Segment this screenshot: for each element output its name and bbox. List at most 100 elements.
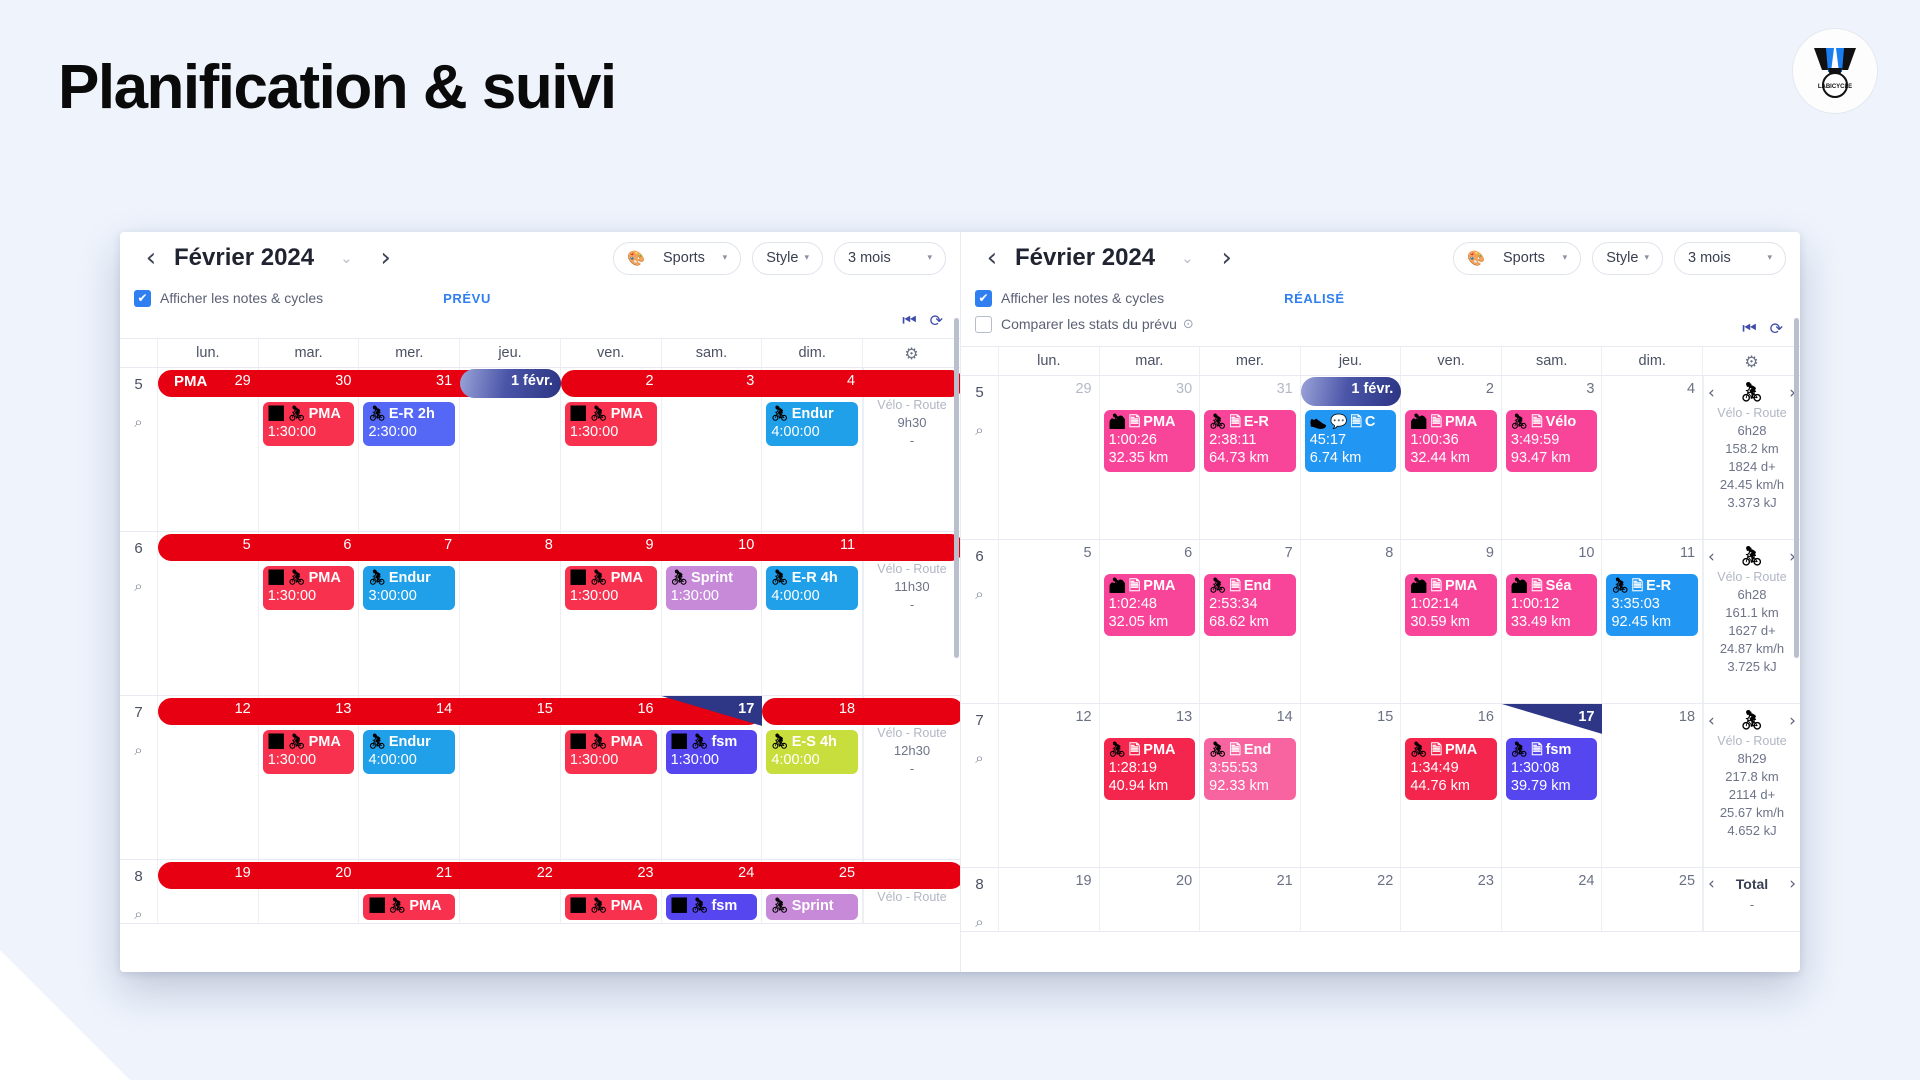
event-card[interactable]: 📈 🚴 PMA <box>363 894 456 920</box>
day-cell[interactable]: 10 🚵 🗎 Séa 1:00:12 33.49 km <box>1502 540 1603 703</box>
event-card[interactable]: 🚴 Sprint <box>766 894 859 920</box>
day-number: 11 <box>1679 545 1696 561</box>
event-card[interactable]: 🚴 Sprint 1:30:00 <box>665 566 758 610</box>
day-cell[interactable]: 9 🚵 🗎 PMA 1:02:14 30.59 km <box>1401 540 1502 703</box>
day-cell[interactable]: 2 🚵 🗎 PMA 1:00:36 32.44 km <box>1401 376 1502 539</box>
prev-month-button[interactable]: ‹ <box>134 245 168 271</box>
event-card[interactable]: 🚴 🗎 End 2:53:34 68.62 km <box>1204 574 1296 636</box>
month-dropdown-icon[interactable]: ⌄ <box>340 249 353 267</box>
day-cell[interactable]: 3 🚴 🗎 Vélo 3:49:59 93.47 km <box>1502 376 1603 539</box>
mini-icon-1[interactable]: ⟳ <box>1770 319 1783 338</box>
day-cell[interactable]: 21 <box>1200 868 1301 931</box>
event-card[interactable]: 📈 🚴 fsm 1:30:00 <box>665 730 758 774</box>
day-cell[interactable]: 4 <box>1602 376 1704 539</box>
gear-icon[interactable]: ⚙ <box>1744 352 1758 371</box>
day-cell[interactable]: 23 <box>1401 868 1502 931</box>
next-month-button[interactable]: › <box>369 245 403 271</box>
event-card[interactable]: 🚵 🗎 Séa 1:00:12 33.49 km <box>1505 574 1598 636</box>
day-cell[interactable]: 8 <box>1301 540 1402 703</box>
event-card[interactable]: 📈 🚴 PMA 1:30:00 <box>564 566 657 610</box>
prev-month-button[interactable]: ‹ <box>975 245 1009 271</box>
filter-style-button[interactable]: Style ▾ <box>752 241 823 275</box>
event-card[interactable]: 🚴 🗎 E-R 2:38:11 64.73 km <box>1204 410 1296 472</box>
summary-prev-button[interactable]: ‹ <box>1708 547 1715 567</box>
filter-range-button[interactable]: 3 mois ▾ <box>834 241 946 275</box>
search-icon[interactable]: ⌕ <box>134 577 142 595</box>
month-dropdown-icon[interactable]: ⌄ <box>1181 249 1194 267</box>
event-card[interactable]: 📈 🚴 PMA 1:30:00 <box>262 730 355 774</box>
checkbox-0[interactable] <box>134 289 151 307</box>
scrollbar-thumb[interactable] <box>1794 318 1799 658</box>
search-icon[interactable]: ⌕ <box>134 905 142 923</box>
day-cell[interactable]: 7 🚴 🗎 End 2:53:34 68.62 km <box>1200 540 1301 703</box>
event-card[interactable]: 📈 🚴 fsm <box>665 894 758 920</box>
summary-prev-button[interactable]: ‹ <box>1708 874 1715 894</box>
checkbox-1[interactable] <box>975 315 992 333</box>
event-card[interactable]: 🚴 Endur 4:00:00 <box>766 402 859 446</box>
search-icon[interactable]: ⌕ <box>975 749 983 767</box>
search-icon[interactable]: ⌕ <box>975 585 983 603</box>
scrollbar-thumb[interactable] <box>954 318 959 658</box>
day-cell[interactable]: 20 <box>1100 868 1201 931</box>
settings-column-header[interactable]: ⚙ <box>1703 347 1800 375</box>
day-cell[interactable]: 6 🚵 🗎 PMA 1:02:48 32.05 km <box>1100 540 1201 703</box>
filter-sports-button[interactable]: 🎨 Sports ▾ <box>1453 241 1582 275</box>
summary-prev-button[interactable]: ‹ <box>1708 711 1715 731</box>
day-cell[interactable]: 13 🚴 🗎 PMA 1:28:19 40.94 km <box>1100 704 1201 867</box>
next-month-button[interactable]: › <box>1210 245 1244 271</box>
mini-icon-0[interactable]: ⏮ <box>902 310 916 330</box>
day-cell[interactable]: 5 <box>999 540 1100 703</box>
mini-icon-0[interactable]: ⏮ <box>1742 318 1756 338</box>
event-card[interactable]: 🚴 Endur 4:00:00 <box>363 730 456 774</box>
event-card[interactable]: 🚴 🗎 PMA 1:28:19 40.94 km <box>1103 738 1196 800</box>
gear-icon[interactable]: ⚙ <box>904 344 918 363</box>
day-cell[interactable]: 18 <box>1602 704 1704 867</box>
event-card[interactable]: 🚴 Endur 3:00:00 <box>363 566 456 610</box>
event-card[interactable]: 📈 🚴 PMA 1:30:00 <box>262 566 355 610</box>
day-cell[interactable]: 30 🚵 🗎 PMA 1:00:26 32.35 km <box>1100 376 1201 539</box>
mini-icon-1[interactable]: ⟳ <box>930 311 943 330</box>
day-cell[interactable]: 29 <box>999 376 1100 539</box>
event-card[interactable]: 🚵 🗎 PMA 1:02:48 32.05 km <box>1103 574 1196 636</box>
event-card[interactable]: 📈 🚴 PMA 1:30:00 <box>262 402 355 446</box>
event-card[interactable]: 🚴 🗎 PMA 1:34:49 44.76 km <box>1405 738 1497 800</box>
summary-prev-button[interactable]: ‹ <box>1708 383 1715 403</box>
event-card[interactable]: 🚴 E-R 4h 4:00:00 <box>766 566 859 610</box>
day-cell[interactable]: 11 🚴 🗎 E-R 3:35:03 92.45 km <box>1602 540 1704 703</box>
filter-sports-button[interactable]: 🎨 Sports ▾ <box>613 241 742 275</box>
day-cell[interactable]: 25 <box>1602 868 1704 931</box>
vertical-scrollbar[interactable] <box>1793 232 1800 972</box>
day-cell[interactable]: 16 🚴 🗎 PMA 1:34:49 44.76 km <box>1401 704 1502 867</box>
event-card-header: 🚴 Sprint <box>771 898 853 915</box>
search-icon[interactable]: ⌕ <box>975 913 983 931</box>
event-card[interactable]: 📈 🚴 PMA 1:30:00 <box>564 402 657 446</box>
filter-range-button[interactable]: 3 mois ▾ <box>1674 241 1786 275</box>
day-cell[interactable]: 19 <box>999 868 1100 931</box>
checkbox-0[interactable] <box>975 289 992 307</box>
settings-column-header[interactable]: ⚙ <box>863 339 960 367</box>
filter-style-button[interactable]: Style ▾ <box>1592 241 1663 275</box>
day-cell[interactable]: 12 <box>999 704 1100 867</box>
search-icon[interactable]: ⌕ <box>134 741 142 759</box>
event-card[interactable]: 🚴 🗎 E-R 3:35:03 92.45 km <box>1606 574 1699 636</box>
event-card[interactable]: 📈 🚴 PMA 1:30:00 <box>564 730 657 774</box>
event-card[interactable]: 🚴 🗎 Vélo 3:49:59 93.47 km <box>1505 410 1598 472</box>
day-cell[interactable]: 22 <box>1301 868 1402 931</box>
day-cell[interactable]: 15 <box>1301 704 1402 867</box>
day-cell[interactable]: 24 <box>1502 868 1603 931</box>
event-card[interactable]: 🚴 🗎 End 3:55:53 92.33 km <box>1204 738 1296 800</box>
event-card[interactable]: 🚴 E-S 4h 4:00:00 <box>766 730 859 774</box>
search-icon[interactable]: ⌕ <box>975 421 983 439</box>
search-icon[interactable]: ⌕ <box>134 413 142 431</box>
event-card[interactable]: 👟 💬 🗎 C 45:17 6.74 km <box>1304 410 1397 472</box>
vertical-scrollbar[interactable] <box>953 232 960 972</box>
event-card[interactable]: 🚴 E-R 2h 2:30:00 <box>363 402 456 446</box>
event-card[interactable]: 🚵 🗎 PMA 1:00:26 32.35 km <box>1103 410 1196 472</box>
event-card[interactable]: 🚵 🗎 PMA 1:00:36 32.44 km <box>1405 410 1497 472</box>
help-icon[interactable]: ⊙ <box>1183 317 1194 332</box>
event-card[interactable]: 🚴 🗎 fsm 1:30:08 39.79 km <box>1505 738 1598 800</box>
event-card[interactable]: 🚵 🗎 PMA 1:02:14 30.59 km <box>1405 574 1497 636</box>
day-cell[interactable]: 14 🚴 🗎 End 3:55:53 92.33 km <box>1200 704 1301 867</box>
event-card[interactable]: 📈 🚴 PMA <box>564 894 657 920</box>
day-cell[interactable]: 31 🚴 🗎 E-R 2:38:11 64.73 km <box>1200 376 1301 539</box>
